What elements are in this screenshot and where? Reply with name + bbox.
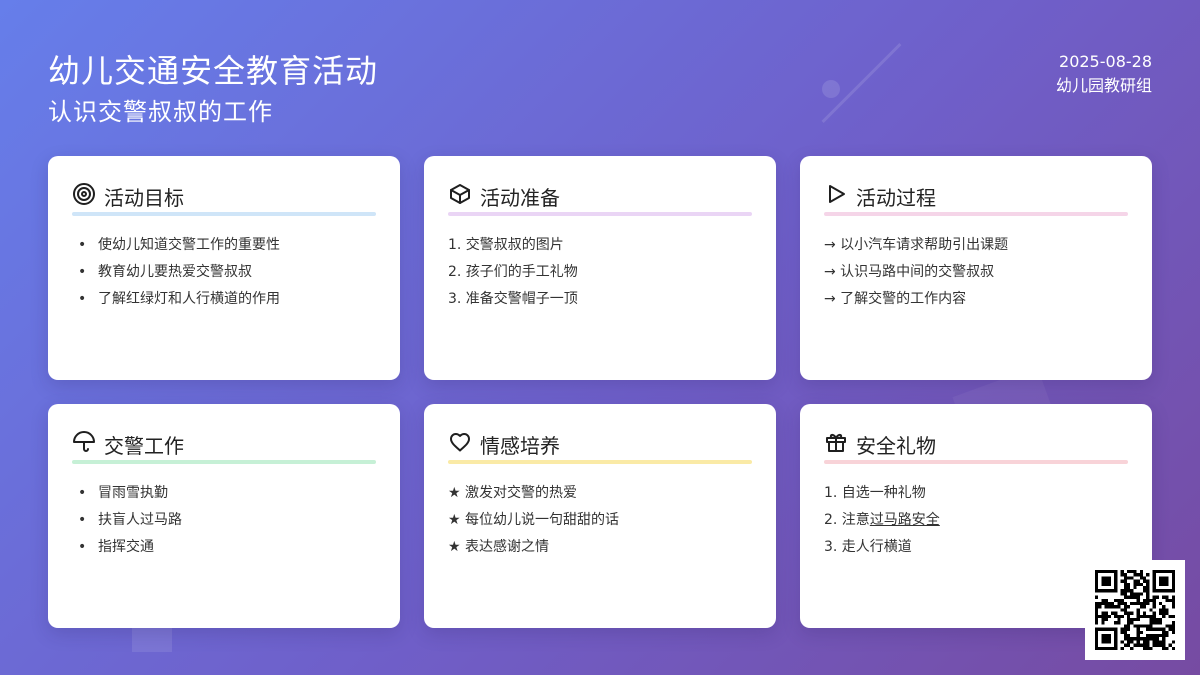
card-divider xyxy=(824,212,1128,216)
card-activity-preparation: 活动准备 1. 交警叔叔的图片 2. 孩子们的手工礼物 3. 准备交警帽子一顶 xyxy=(424,156,776,380)
list-item: 指挥交通 xyxy=(72,534,182,561)
card-divider xyxy=(72,212,376,216)
card-list: 使幼儿知道交警工作的重要性 教育幼儿要热爱交警叔叔 了解红绿灯和人行横道的作用 xyxy=(72,232,280,313)
list-item: 2. 孩子们的手工礼物 xyxy=(448,264,578,280)
heart-icon xyxy=(448,430,472,458)
play-icon xyxy=(824,182,848,210)
card-list: → 以小汽车请求帮助引出课题 → 认识马路中间的交警叔叔 → 了解交警的工作内容 xyxy=(824,232,1008,313)
header-meta: 2025-08-28 幼儿园教研组 xyxy=(1056,50,1152,98)
list-item: 扶盲人过马路 xyxy=(72,507,182,534)
card-header: 交警工作 xyxy=(72,428,184,460)
card-header: 活动目标 xyxy=(72,180,184,212)
card-title: 活动准备 xyxy=(480,185,560,210)
list-item: → 认识马路中间的交警叔叔 xyxy=(824,264,995,280)
card-header: 活动准备 xyxy=(448,180,560,212)
card-header: 安全礼物 xyxy=(824,428,936,460)
list-item: → 以小汽车请求帮助引出课题 xyxy=(824,237,1009,253)
card-title: 交警工作 xyxy=(104,433,184,458)
card-title: 安全礼物 xyxy=(856,433,936,458)
card-divider xyxy=(824,460,1128,464)
list-item: 1. 交警叔叔的图片 xyxy=(448,237,564,253)
box-icon xyxy=(448,182,472,210)
list-item: 使幼儿知道交警工作的重要性 xyxy=(72,232,280,259)
list-item: 了解红绿灯和人行横道的作用 xyxy=(72,286,280,313)
decorative-circle xyxy=(822,80,840,98)
list-item: 教育幼儿要热爱交警叔叔 xyxy=(72,259,280,286)
umbrella-icon xyxy=(72,430,96,458)
list-item: ★ 每位幼儿说一句甜甜的话 xyxy=(448,512,620,528)
card-list: 1. 自选一种礼物 2. 注意过马路安全 3. 走人行横道 xyxy=(824,480,940,561)
card-activity-goals: 活动目标 使幼儿知道交警工作的重要性 教育幼儿要热爱交警叔叔 了解红绿灯和人行横… xyxy=(48,156,400,380)
card-divider xyxy=(448,212,752,216)
card-divider xyxy=(448,460,752,464)
card-divider xyxy=(72,460,376,464)
card-list: 1. 交警叔叔的图片 2. 孩子们的手工礼物 3. 准备交警帽子一顶 xyxy=(448,232,578,313)
card-list: ★ 激发对交警的热爱 ★ 每位幼儿说一句甜甜的话 ★ 表达感谢之情 xyxy=(448,480,619,561)
qr-code[interactable] xyxy=(1085,560,1185,660)
page-title: 幼儿交通安全教育活动 xyxy=(48,52,379,90)
card-activity-process: 活动过程 → 以小汽车请求帮助引出课题 → 认识马路中间的交警叔叔 → 了解交警… xyxy=(800,156,1152,380)
date-label: 2025-08-28 xyxy=(1059,52,1152,71)
list-item: → 了解交警的工作内容 xyxy=(824,291,967,307)
card-police-work: 交警工作 冒雨雪执勤 扶盲人过马路 指挥交通 xyxy=(48,404,400,628)
card-list: 冒雨雪执勤 扶盲人过马路 指挥交通 xyxy=(72,480,182,561)
page-subtitle: 认识交警叔叔的工作 xyxy=(48,98,273,126)
organizer-label: 幼儿园教研组 xyxy=(1055,76,1152,95)
card-title: 情感培养 xyxy=(480,433,560,458)
card-header: 情感培养 xyxy=(448,428,560,460)
list-item: 1. 自选一种礼物 xyxy=(824,485,926,501)
target-icon xyxy=(72,182,96,210)
card-title: 活动目标 xyxy=(104,185,184,210)
qr-code-icon xyxy=(1095,570,1175,650)
card-emotion-cultivation: 情感培养 ★ 激发对交警的热爱 ★ 每位幼儿说一句甜甜的话 ★ 表达感谢之情 xyxy=(424,404,776,628)
gift-icon xyxy=(824,430,848,458)
decorative-line xyxy=(821,43,902,123)
decorative-square xyxy=(132,628,172,652)
list-item: ★ 表达感谢之情 xyxy=(448,539,550,555)
list-item: 3. 准备交警帽子一顶 xyxy=(448,291,578,307)
card-header: 活动过程 xyxy=(824,180,936,212)
list-item: ★ 激发对交警的热爱 xyxy=(448,485,578,501)
list-item: 2. 注意过马路安全 xyxy=(824,512,940,528)
card-title: 活动过程 xyxy=(856,185,936,210)
list-item: 冒雨雪执勤 xyxy=(72,480,182,507)
list-item: 3. 走人行横道 xyxy=(824,539,912,555)
